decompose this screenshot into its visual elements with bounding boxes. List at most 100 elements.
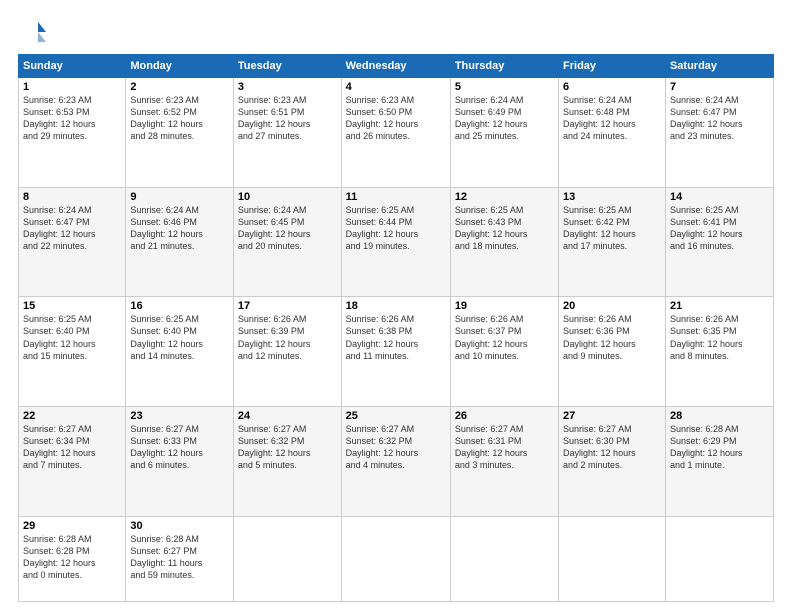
day-number: 19: [455, 300, 554, 312]
day-cell-28: 28Sunrise: 6:28 AM Sunset: 6:29 PM Dayli…: [665, 407, 773, 517]
day-cell-3: 3Sunrise: 6:23 AM Sunset: 6:51 PM Daylig…: [233, 78, 341, 188]
day-info: Sunrise: 6:27 AM Sunset: 6:33 PM Dayligh…: [130, 423, 229, 472]
day-cell-29: 29Sunrise: 6:28 AM Sunset: 6:28 PM Dayli…: [19, 516, 126, 601]
day-number: 5: [455, 81, 554, 93]
day-cell-21: 21Sunrise: 6:26 AM Sunset: 6:35 PM Dayli…: [665, 297, 773, 407]
header: [18, 18, 774, 46]
day-info: Sunrise: 6:25 AM Sunset: 6:40 PM Dayligh…: [130, 313, 229, 362]
logo: [18, 18, 50, 46]
day-info: Sunrise: 6:24 AM Sunset: 6:45 PM Dayligh…: [238, 204, 337, 253]
day-number: 6: [563, 81, 661, 93]
day-number: 15: [23, 300, 121, 312]
day-info: Sunrise: 6:25 AM Sunset: 6:40 PM Dayligh…: [23, 313, 121, 362]
day-number: 10: [238, 191, 337, 203]
logo-icon: [18, 18, 46, 46]
day-number: 13: [563, 191, 661, 203]
col-header-sunday: Sunday: [19, 55, 126, 78]
day-info: Sunrise: 6:26 AM Sunset: 6:39 PM Dayligh…: [238, 313, 337, 362]
day-info: Sunrise: 6:25 AM Sunset: 6:42 PM Dayligh…: [563, 204, 661, 253]
day-info: Sunrise: 6:27 AM Sunset: 6:34 PM Dayligh…: [23, 423, 121, 472]
day-cell-27: 27Sunrise: 6:27 AM Sunset: 6:30 PM Dayli…: [559, 407, 666, 517]
day-cell-24: 24Sunrise: 6:27 AM Sunset: 6:32 PM Dayli…: [233, 407, 341, 517]
col-header-tuesday: Tuesday: [233, 55, 341, 78]
calendar-table: SundayMondayTuesdayWednesdayThursdayFrid…: [18, 54, 774, 602]
week-row-4: 22Sunrise: 6:27 AM Sunset: 6:34 PM Dayli…: [19, 407, 774, 517]
day-number: 18: [346, 300, 446, 312]
day-number: 8: [23, 191, 121, 203]
col-header-monday: Monday: [126, 55, 234, 78]
day-cell-25: 25Sunrise: 6:27 AM Sunset: 6:32 PM Dayli…: [341, 407, 450, 517]
day-cell-8: 8Sunrise: 6:24 AM Sunset: 6:47 PM Daylig…: [19, 187, 126, 297]
day-number: 12: [455, 191, 554, 203]
day-info: Sunrise: 6:28 AM Sunset: 6:28 PM Dayligh…: [23, 533, 121, 582]
empty-cell: [341, 516, 450, 601]
day-info: Sunrise: 6:25 AM Sunset: 6:41 PM Dayligh…: [670, 204, 769, 253]
header-row: SundayMondayTuesdayWednesdayThursdayFrid…: [19, 55, 774, 78]
day-number: 21: [670, 300, 769, 312]
day-info: Sunrise: 6:24 AM Sunset: 6:48 PM Dayligh…: [563, 94, 661, 143]
day-cell-7: 7Sunrise: 6:24 AM Sunset: 6:47 PM Daylig…: [665, 78, 773, 188]
day-info: Sunrise: 6:24 AM Sunset: 6:49 PM Dayligh…: [455, 94, 554, 143]
day-number: 3: [238, 81, 337, 93]
day-number: 26: [455, 410, 554, 422]
day-info: Sunrise: 6:28 AM Sunset: 6:27 PM Dayligh…: [130, 533, 229, 582]
day-info: Sunrise: 6:27 AM Sunset: 6:31 PM Dayligh…: [455, 423, 554, 472]
day-number: 22: [23, 410, 121, 422]
day-cell-5: 5Sunrise: 6:24 AM Sunset: 6:49 PM Daylig…: [450, 78, 558, 188]
empty-cell: [559, 516, 666, 601]
empty-cell: [665, 516, 773, 601]
day-info: Sunrise: 6:27 AM Sunset: 6:32 PM Dayligh…: [238, 423, 337, 472]
day-cell-19: 19Sunrise: 6:26 AM Sunset: 6:37 PM Dayli…: [450, 297, 558, 407]
week-row-3: 15Sunrise: 6:25 AM Sunset: 6:40 PM Dayli…: [19, 297, 774, 407]
day-number: 7: [670, 81, 769, 93]
day-info: Sunrise: 6:26 AM Sunset: 6:35 PM Dayligh…: [670, 313, 769, 362]
day-info: Sunrise: 6:26 AM Sunset: 6:37 PM Dayligh…: [455, 313, 554, 362]
day-info: Sunrise: 6:26 AM Sunset: 6:38 PM Dayligh…: [346, 313, 446, 362]
page: SundayMondayTuesdayWednesdayThursdayFrid…: [0, 0, 792, 612]
day-cell-10: 10Sunrise: 6:24 AM Sunset: 6:45 PM Dayli…: [233, 187, 341, 297]
day-number: 20: [563, 300, 661, 312]
day-cell-20: 20Sunrise: 6:26 AM Sunset: 6:36 PM Dayli…: [559, 297, 666, 407]
day-info: Sunrise: 6:24 AM Sunset: 6:47 PM Dayligh…: [23, 204, 121, 253]
col-header-thursday: Thursday: [450, 55, 558, 78]
day-number: 11: [346, 191, 446, 203]
day-info: Sunrise: 6:26 AM Sunset: 6:36 PM Dayligh…: [563, 313, 661, 362]
day-cell-14: 14Sunrise: 6:25 AM Sunset: 6:41 PM Dayli…: [665, 187, 773, 297]
day-cell-30: 30Sunrise: 6:28 AM Sunset: 6:27 PM Dayli…: [126, 516, 234, 601]
empty-cell: [450, 516, 558, 601]
day-info: Sunrise: 6:27 AM Sunset: 6:30 PM Dayligh…: [563, 423, 661, 472]
day-info: Sunrise: 6:23 AM Sunset: 6:53 PM Dayligh…: [23, 94, 121, 143]
day-cell-18: 18Sunrise: 6:26 AM Sunset: 6:38 PM Dayli…: [341, 297, 450, 407]
day-cell-6: 6Sunrise: 6:24 AM Sunset: 6:48 PM Daylig…: [559, 78, 666, 188]
day-cell-2: 2Sunrise: 6:23 AM Sunset: 6:52 PM Daylig…: [126, 78, 234, 188]
day-number: 2: [130, 81, 229, 93]
day-cell-13: 13Sunrise: 6:25 AM Sunset: 6:42 PM Dayli…: [559, 187, 666, 297]
day-cell-22: 22Sunrise: 6:27 AM Sunset: 6:34 PM Dayli…: [19, 407, 126, 517]
day-cell-15: 15Sunrise: 6:25 AM Sunset: 6:40 PM Dayli…: [19, 297, 126, 407]
day-info: Sunrise: 6:25 AM Sunset: 6:44 PM Dayligh…: [346, 204, 446, 253]
week-row-2: 8Sunrise: 6:24 AM Sunset: 6:47 PM Daylig…: [19, 187, 774, 297]
day-number: 30: [130, 520, 229, 532]
day-number: 24: [238, 410, 337, 422]
day-number: 29: [23, 520, 121, 532]
day-number: 9: [130, 191, 229, 203]
day-info: Sunrise: 6:28 AM Sunset: 6:29 PM Dayligh…: [670, 423, 769, 472]
day-info: Sunrise: 6:25 AM Sunset: 6:43 PM Dayligh…: [455, 204, 554, 253]
day-info: Sunrise: 6:23 AM Sunset: 6:52 PM Dayligh…: [130, 94, 229, 143]
day-number: 16: [130, 300, 229, 312]
day-cell-11: 11Sunrise: 6:25 AM Sunset: 6:44 PM Dayli…: [341, 187, 450, 297]
day-info: Sunrise: 6:24 AM Sunset: 6:46 PM Dayligh…: [130, 204, 229, 253]
day-number: 14: [670, 191, 769, 203]
day-number: 4: [346, 81, 446, 93]
day-cell-4: 4Sunrise: 6:23 AM Sunset: 6:50 PM Daylig…: [341, 78, 450, 188]
col-header-friday: Friday: [559, 55, 666, 78]
day-number: 27: [563, 410, 661, 422]
week-row-1: 1Sunrise: 6:23 AM Sunset: 6:53 PM Daylig…: [19, 78, 774, 188]
week-row-5: 29Sunrise: 6:28 AM Sunset: 6:28 PM Dayli…: [19, 516, 774, 601]
day-cell-12: 12Sunrise: 6:25 AM Sunset: 6:43 PM Dayli…: [450, 187, 558, 297]
day-cell-26: 26Sunrise: 6:27 AM Sunset: 6:31 PM Dayli…: [450, 407, 558, 517]
day-number: 28: [670, 410, 769, 422]
day-info: Sunrise: 6:23 AM Sunset: 6:51 PM Dayligh…: [238, 94, 337, 143]
day-info: Sunrise: 6:27 AM Sunset: 6:32 PM Dayligh…: [346, 423, 446, 472]
day-number: 1: [23, 81, 121, 93]
